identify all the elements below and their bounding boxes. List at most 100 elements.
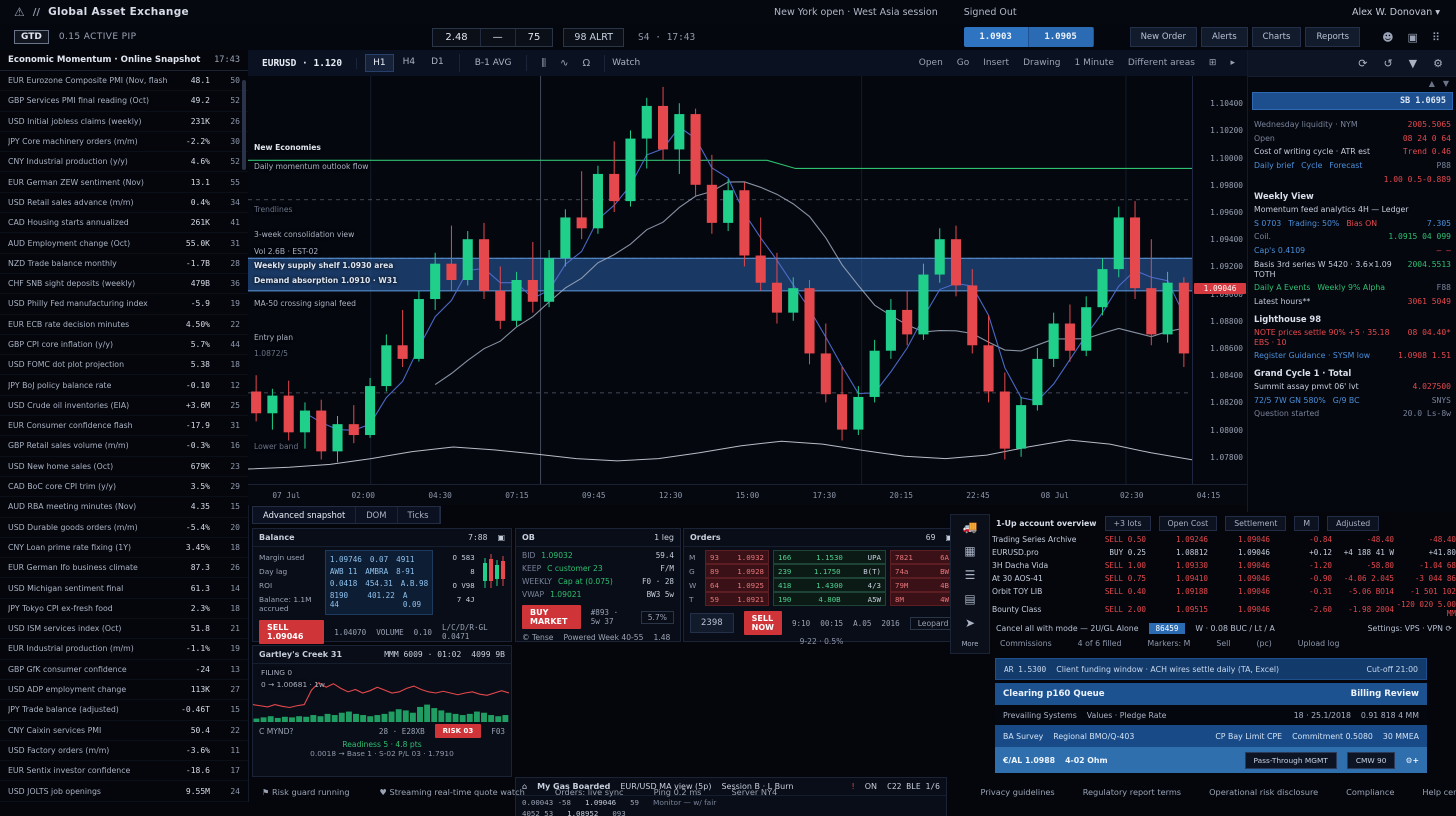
- timeframe-H4[interactable]: H4: [396, 54, 423, 72]
- feed-item[interactable]: NOTE prices settle 90% +5 · 35.18 EBS · …: [1254, 328, 1451, 347]
- feed-link[interactable]: Daily brief: [1254, 161, 1294, 170]
- feed-item[interactable]: Momentum feed analytics 4H — Ledger: [1254, 205, 1451, 215]
- feed-item[interactable]: Basis 3rd series W 5420 · 3.6×1.09 TOTH2…: [1254, 260, 1451, 279]
- market-watch-row[interactable]: USD Initial jobless claims (weekly)231K2…: [0, 112, 248, 132]
- market-watch-row[interactable]: GBP GfK consumer confidence-2413: [0, 660, 248, 680]
- time-axis[interactable]: 07 Jul02:0004:3007:1509:4512:3015:0017:3…: [248, 484, 1247, 505]
- market-watch-row[interactable]: CNY Industrial production (y/y)4.6%52: [0, 152, 248, 172]
- feed-link[interactable]: Forecast: [1329, 161, 1362, 170]
- dom-bid-cell[interactable]: 74aBW: [890, 564, 954, 578]
- price-chart[interactable]: 1.104001.102001.100001.098001.096001.094…: [248, 76, 1247, 484]
- signin-status[interactable]: Signed Out: [964, 7, 1017, 18]
- footer2-item[interactable]: Sell: [1216, 639, 1230, 648]
- account-menu[interactable]: Alex W. Donovan ▾: [1352, 7, 1440, 18]
- chart-tool-insert[interactable]: Insert: [983, 58, 1009, 68]
- market-watch-row[interactable]: USD Factory orders (m/m)-3.6%11: [0, 741, 248, 761]
- timeframe-H1[interactable]: H1: [365, 54, 394, 72]
- dom-mid-cell[interactable]: 4181.43004/3: [773, 578, 886, 592]
- feed-item[interactable]: Coil.1.0915 04 099: [1254, 232, 1451, 242]
- feed-link[interactable]: Cycle: [1301, 161, 1322, 170]
- session-label[interactable]: New York open · West Asia session: [774, 7, 938, 18]
- user-icon[interactable]: ☻: [1382, 31, 1393, 44]
- window-icon[interactable]: ▣: [497, 533, 505, 542]
- market-watch-row[interactable]: CAD BoC core CPI trim (y/y)3.5%29: [0, 477, 248, 497]
- market-watch-row[interactable]: GBP CPI core inflation (y/y)5.7%44: [0, 335, 248, 355]
- filter-icon[interactable]: ▼: [1409, 57, 1417, 70]
- sort-desc-icon[interactable]: ▼: [1443, 79, 1449, 88]
- dom-dark-button[interactable]: 2398: [690, 613, 734, 633]
- grid-view-icon[interactable]: ⊞: [1209, 58, 1217, 68]
- feed-item[interactable]: Open08 24 0 64: [1254, 134, 1451, 144]
- market-watch-row[interactable]: JPY Core machinery orders (m/m)-2.2%30: [0, 132, 248, 152]
- feed-item[interactable]: 1.00 0.5-0.889: [1254, 175, 1451, 184]
- positions-filter[interactable]: +3 lots: [1105, 516, 1151, 531]
- market-watch-row[interactable]: AUD Employment change (Oct)55.0K31: [0, 233, 248, 253]
- banner-clearing-header[interactable]: Clearing p160 QueueBilling Review: [995, 683, 1427, 705]
- ladder-row[interactable]: AWB 11AMBRA8-91: [330, 565, 428, 577]
- footer-link[interactable]: Privacy guidelines: [981, 787, 1055, 797]
- bottom-tab-3[interactable]: Ticks: [398, 507, 440, 523]
- dom-bid-cell[interactable]: 79M4B: [890, 578, 954, 592]
- alerts-button[interactable]: 98 ALRT: [563, 28, 624, 47]
- toolbar-action-button[interactable]: Reports: [1305, 27, 1360, 47]
- dom-sell-now-button[interactable]: SELL NOW: [744, 611, 782, 635]
- feed-item[interactable]: Question started20.0 Ls-8w: [1254, 409, 1451, 419]
- feed-item[interactable]: Latest hours**3061 5049: [1254, 297, 1451, 307]
- market-watch-row[interactable]: EUR Eurozone Composite PMI (Nov, flash)4…: [0, 71, 248, 91]
- market-watch-row[interactable]: USD Crude oil inventories (EIA)+3.6M25: [0, 396, 248, 416]
- order-duration-badge[interactable]: GTD: [14, 30, 49, 44]
- buy-button[interactable]: 1.0905: [1029, 27, 1094, 47]
- stepper-decrease[interactable]: —: [481, 29, 516, 46]
- footer-link[interactable]: Operational risk disclosure: [1209, 787, 1318, 797]
- position-row[interactable]: Bounty ClassSELL 2.001.095151.09046-2.60…: [992, 598, 1456, 620]
- dom-ask-cell[interactable]: 891.0928: [705, 564, 769, 578]
- chart-symbol[interactable]: EURUSD · 1.120: [248, 58, 357, 69]
- feed-link[interactable]: G/9 BC: [1333, 396, 1360, 405]
- refresh-icon[interactable]: ⟳: [1358, 57, 1367, 70]
- footer2-item[interactable]: Markers: M: [1148, 639, 1191, 648]
- price-ladder[interactable]: 1.097460.074911AWB 11AMBRA8-910.0418454.…: [325, 550, 433, 615]
- position-row[interactable]: EURUSD.proBUY 0.251.088121.09046+0.12+4 …: [992, 546, 1456, 559]
- dom-ask-cell[interactable]: 591.0921: [705, 592, 769, 606]
- market-watch-row[interactable]: CNY Caixin services PMI50.422: [0, 721, 248, 741]
- ma-row[interactable]: 4052 531.08952093: [522, 808, 940, 816]
- market-watch-row[interactable]: CNY Loan prime rate fixing (1Y)3.45%18: [0, 538, 248, 558]
- dom-bid-cell[interactable]: 78216A: [890, 550, 954, 564]
- bottom-tab-2[interactable]: DOM: [356, 507, 397, 523]
- chart-tool-go[interactable]: Go: [957, 58, 969, 68]
- dom-bid-ladder[interactable]: 78216A74aBW79M4B8M4W: [890, 550, 954, 606]
- market-watch-row[interactable]: JPY BoJ policy balance rate-0.1012: [0, 375, 248, 395]
- avg-toggle[interactable]: B-1 AVG: [468, 55, 519, 71]
- dom-bid-cell[interactable]: 8M4W: [890, 592, 954, 606]
- feed-item[interactable]: Cap's 0.4109— —: [1254, 246, 1451, 256]
- dom-mid-book[interactable]: 1661.1530UPA2391.1750B(T)4181.43004/3190…: [773, 550, 886, 606]
- footer2-item[interactable]: Commissions: [1000, 639, 1052, 648]
- price-axis[interactable]: 1.104001.102001.100001.098001.096001.094…: [1194, 76, 1247, 484]
- window-icon[interactable]: ▣: [1408, 31, 1418, 44]
- cmw-button[interactable]: CMW 90: [1347, 752, 1396, 769]
- footer2-item[interactable]: (pc): [1256, 639, 1271, 648]
- chart-tool-open[interactable]: Open: [919, 58, 943, 68]
- market-watch-row[interactable]: GBP Services PMI final reading (Oct)49.2…: [0, 91, 248, 111]
- market-watch-row[interactable]: NZD Trade balance monthly-1.7B28: [0, 254, 248, 274]
- market-watch-row[interactable]: EUR Industrial production (m/m)-1.1%19: [0, 639, 248, 659]
- buy-market-button[interactable]: BUY MARKET: [522, 605, 581, 629]
- footer-link[interactable]: Regulatory report terms: [1083, 787, 1181, 797]
- feed-link[interactable]: Weekly 9% Alpha: [1317, 283, 1385, 292]
- chart-tool-different-areas[interactable]: Different areas: [1128, 58, 1195, 68]
- position-row[interactable]: At 30 AOS-41SELL 0.751.094101.09046-0.90…: [992, 572, 1456, 585]
- market-watch-row[interactable]: CHF SNB sight deposits (weekly)479B36: [0, 274, 248, 294]
- position-row[interactable]: Trading Series ArchiveSELL 0.501.092461.…: [992, 533, 1456, 546]
- positions-filter[interactable]: Open Cost: [1159, 516, 1218, 531]
- market-watch-row[interactable]: CAD Housing starts annualized261K41: [0, 213, 248, 233]
- grid-icon[interactable]: ▦: [964, 544, 975, 558]
- footer2-item[interactable]: 4 of 6 filled: [1078, 639, 1122, 648]
- market-watch-row[interactable]: EUR German ZEW sentiment (Nov)13.155: [0, 172, 248, 192]
- market-watch-row[interactable]: EUR Sentix investor confidence-18.617: [0, 761, 248, 781]
- market-watch-row[interactable]: USD Michigan sentiment final61.314: [0, 578, 248, 598]
- position-row[interactable]: 3H Dacha VidaSELL 1.001.093301.09046-1.2…: [992, 559, 1456, 572]
- quote-row[interactable]: VWAP1.09021BW3 5w: [520, 588, 676, 601]
- feed-item[interactable]: S 0703Trading: 50%Bias ON7.305: [1254, 219, 1451, 229]
- feed-item[interactable]: Register Guidance · SYSM low1.0908 1.51: [1254, 351, 1451, 361]
- feed-link[interactable]: 72/5 7W GN 580%: [1254, 396, 1326, 405]
